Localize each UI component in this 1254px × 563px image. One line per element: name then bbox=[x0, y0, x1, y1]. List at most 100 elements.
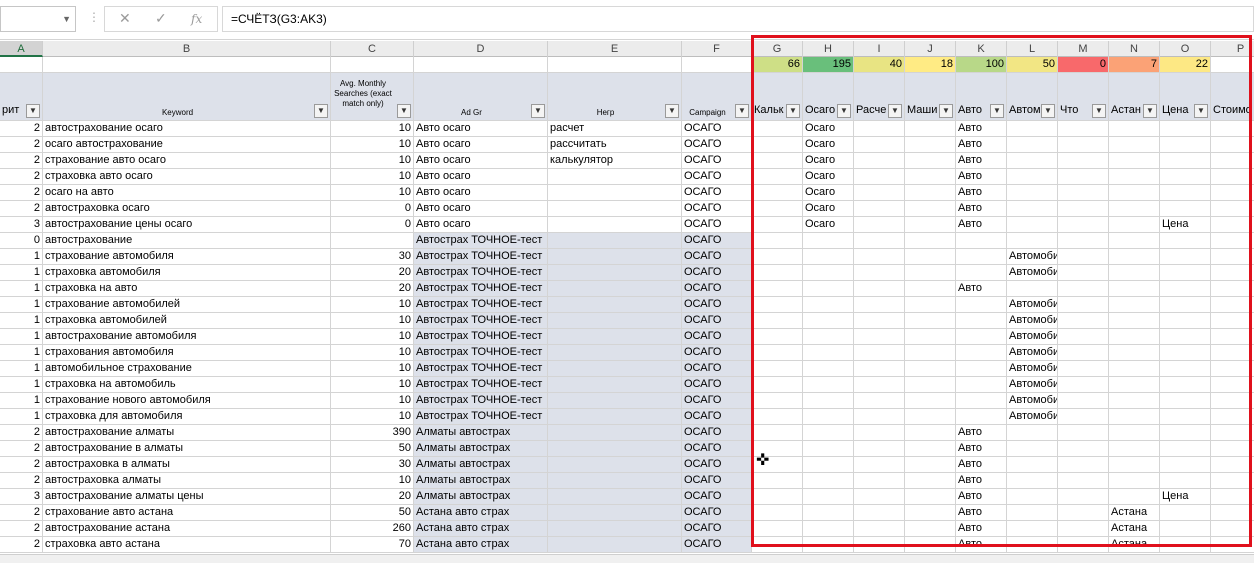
cell-j[interactable] bbox=[905, 313, 956, 329]
cell-c[interactable]: 10 bbox=[331, 409, 414, 425]
cell-g[interactable] bbox=[752, 505, 803, 521]
column-header-p[interactable]: P bbox=[1211, 41, 1254, 57]
cell-o[interactable] bbox=[1160, 425, 1211, 441]
cell-k[interactable]: Авто bbox=[956, 169, 1007, 185]
cell-n[interactable] bbox=[1109, 249, 1160, 265]
cell-e[interactable] bbox=[548, 457, 682, 473]
cell-m[interactable] bbox=[1058, 281, 1109, 297]
cell-l[interactable]: Автомобил bbox=[1007, 297, 1058, 313]
cell-n[interactable] bbox=[1109, 121, 1160, 137]
cell-j[interactable] bbox=[905, 345, 956, 361]
cell-n[interactable] bbox=[1109, 201, 1160, 217]
cell-f[interactable]: ОСАГО bbox=[682, 153, 752, 169]
cell-f[interactable]: ОСАГО bbox=[682, 409, 752, 425]
cell-c[interactable]: 10 bbox=[331, 473, 414, 489]
cell-o[interactable] bbox=[1160, 185, 1211, 201]
count-cell-c[interactable] bbox=[331, 57, 414, 73]
cell-g[interactable] bbox=[752, 265, 803, 281]
cell-f[interactable]: ОСАГО bbox=[682, 521, 752, 537]
filter-dropdown-icon[interactable]: ▼ bbox=[26, 104, 40, 118]
cell-p[interactable] bbox=[1211, 121, 1254, 137]
cell-d[interactable]: Автострах ТОЧНОЕ-тест bbox=[414, 313, 548, 329]
cell-j[interactable] bbox=[905, 121, 956, 137]
cell-n[interactable] bbox=[1109, 169, 1160, 185]
cell-e[interactable] bbox=[548, 473, 682, 489]
cell-p[interactable] bbox=[1211, 441, 1254, 457]
cell-d[interactable]: Автострах ТОЧНОЕ-тест bbox=[414, 281, 548, 297]
cell-p[interactable] bbox=[1211, 137, 1254, 153]
cell-l[interactable]: Автомобил bbox=[1007, 377, 1058, 393]
cell-b[interactable]: автострахование автомобиля bbox=[43, 329, 331, 345]
cell-f[interactable]: ОСАГО bbox=[682, 441, 752, 457]
cell-i[interactable] bbox=[854, 489, 905, 505]
cell-p[interactable] bbox=[1211, 409, 1254, 425]
cell-p[interactable] bbox=[1211, 233, 1254, 249]
cell-c[interactable]: 10 bbox=[331, 361, 414, 377]
cell-g[interactable] bbox=[752, 377, 803, 393]
filter-dropdown-icon[interactable]: ▼ bbox=[397, 104, 411, 118]
filter-dropdown-icon[interactable]: ▼ bbox=[665, 104, 679, 118]
cell-g[interactable] bbox=[752, 153, 803, 169]
cell-o[interactable]: Цена bbox=[1160, 489, 1211, 505]
cell-m[interactable] bbox=[1058, 537, 1109, 553]
cell-j[interactable] bbox=[905, 521, 956, 537]
cell-o[interactable] bbox=[1160, 345, 1211, 361]
cell-c[interactable]: 10 bbox=[331, 313, 414, 329]
cell-o[interactable] bbox=[1160, 233, 1211, 249]
cell-g[interactable] bbox=[752, 345, 803, 361]
count-cell-l[interactable]: 50 bbox=[1007, 57, 1058, 73]
cell-b[interactable]: страхование нового автомобиля bbox=[43, 393, 331, 409]
cell-n[interactable] bbox=[1109, 233, 1160, 249]
cell-k[interactable]: Авто bbox=[956, 521, 1007, 537]
cell-o[interactable] bbox=[1160, 121, 1211, 137]
cell-g[interactable] bbox=[752, 393, 803, 409]
cell-h[interactable] bbox=[803, 393, 854, 409]
cell-h[interactable] bbox=[803, 441, 854, 457]
cell-k[interactable] bbox=[956, 393, 1007, 409]
cell-f[interactable]: ОСАГО bbox=[682, 457, 752, 473]
column-header-o[interactable]: O bbox=[1160, 41, 1211, 57]
filter-dropdown-icon[interactable]: ▼ bbox=[1194, 104, 1208, 118]
cell-k[interactable]: Авто bbox=[956, 201, 1007, 217]
cell-k[interactable] bbox=[956, 409, 1007, 425]
cell-g[interactable] bbox=[752, 361, 803, 377]
cell-e[interactable] bbox=[548, 313, 682, 329]
cell-e[interactable] bbox=[548, 537, 682, 553]
cell-a[interactable]: 2 bbox=[0, 521, 43, 537]
cell-j[interactable] bbox=[905, 441, 956, 457]
cell-m[interactable] bbox=[1058, 217, 1109, 233]
cell-g[interactable] bbox=[752, 297, 803, 313]
cell-d[interactable]: Алматы автострах bbox=[414, 473, 548, 489]
cell-k[interactable] bbox=[956, 233, 1007, 249]
cell-l[interactable]: Автомобил bbox=[1007, 361, 1058, 377]
cell-m[interactable] bbox=[1058, 473, 1109, 489]
cell-l[interactable] bbox=[1007, 521, 1058, 537]
filter-dropdown-icon[interactable]: ▼ bbox=[531, 104, 545, 118]
cell-k[interactable] bbox=[956, 249, 1007, 265]
cell-c[interactable] bbox=[331, 233, 414, 249]
cell-j[interactable] bbox=[905, 473, 956, 489]
cell-l[interactable] bbox=[1007, 169, 1058, 185]
cell-b[interactable]: страхование автомобилей bbox=[43, 297, 331, 313]
cell-i[interactable] bbox=[854, 393, 905, 409]
cell-j[interactable] bbox=[905, 377, 956, 393]
name-box[interactable]: ▼ bbox=[0, 6, 76, 32]
cell-l[interactable] bbox=[1007, 505, 1058, 521]
cell-e[interactable] bbox=[548, 377, 682, 393]
cell-k[interactable]: Авто bbox=[956, 505, 1007, 521]
cell-e[interactable] bbox=[548, 409, 682, 425]
cell-m[interactable] bbox=[1058, 169, 1109, 185]
cell-c[interactable]: 10 bbox=[331, 137, 414, 153]
cell-p[interactable] bbox=[1211, 153, 1254, 169]
cell-p[interactable] bbox=[1211, 473, 1254, 489]
cell-e[interactable] bbox=[548, 201, 682, 217]
cell-a[interactable]: 0 bbox=[0, 233, 43, 249]
cell-f[interactable]: ОСАГО bbox=[682, 249, 752, 265]
header-cell-p[interactable]: Стоимо▼ bbox=[1211, 73, 1254, 121]
cell-i[interactable] bbox=[854, 505, 905, 521]
cell-p[interactable] bbox=[1211, 217, 1254, 233]
cell-c[interactable]: 20 bbox=[331, 281, 414, 297]
cell-g[interactable] bbox=[752, 313, 803, 329]
cell-c[interactable]: 10 bbox=[331, 377, 414, 393]
cell-n[interactable] bbox=[1109, 153, 1160, 169]
